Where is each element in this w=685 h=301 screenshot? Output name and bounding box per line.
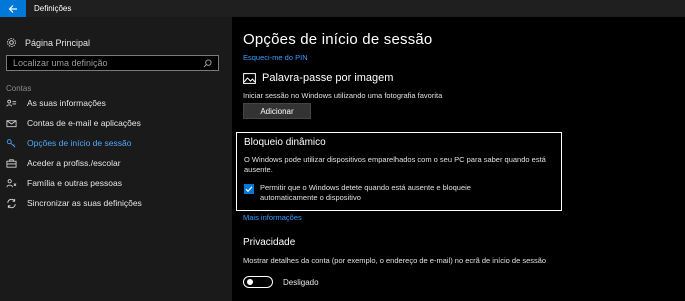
- privacy-description: Mostrar detalhes da conta (por exemplo, …: [243, 256, 547, 265]
- privacy-heading: Privacidade: [243, 237, 296, 248]
- main-content: Opções de início de sessão Esqueci-me do…: [232, 17, 685, 301]
- sidebar-item-your-info[interactable]: As suas informações: [6, 93, 226, 113]
- dynamic-lock-checkbox[interactable]: [244, 184, 254, 194]
- sidebar-item-sign-in-options[interactable]: Opções de início de sessão: [6, 133, 226, 153]
- sidebar-item-family[interactable]: Família e outras pessoas: [6, 173, 226, 193]
- sidebar-nav: As suas informações Contas de e-mail e a…: [6, 93, 226, 213]
- privacy-toggle-row: Desligado: [243, 276, 319, 288]
- sidebar-item-email-accounts[interactable]: Contas de e-mail e aplicações: [6, 113, 226, 133]
- arrow-left-icon: [8, 4, 17, 13]
- gear-icon: [7, 38, 16, 47]
- checkmark-icon: [245, 186, 253, 193]
- briefcase-icon: [6, 158, 17, 169]
- back-button[interactable]: [0, 0, 26, 17]
- search-input[interactable]: [13, 58, 203, 68]
- mail-icon: [6, 118, 17, 129]
- person-info-icon: [6, 98, 17, 109]
- privacy-toggle-label: Desligado: [283, 277, 319, 287]
- more-info-link[interactable]: Mais informações: [243, 213, 302, 222]
- sidebar-item-label: Sincronizar as suas definições: [27, 198, 142, 208]
- picture-password-title: Palavra-passe por imagem: [262, 72, 394, 84]
- sidebar-item-label: As suas informações: [27, 98, 106, 108]
- sidebar-item-label: Opções de início de sessão: [27, 138, 132, 148]
- people-icon: [6, 178, 17, 189]
- home-link[interactable]: Página Principal: [6, 37, 90, 48]
- sidebar-item-label: Contas de e-mail e aplicações: [27, 118, 141, 128]
- dynamic-lock-checkbox-row[interactable]: Permitir que o Windows detete quando est…: [244, 183, 530, 202]
- sync-icon: [6, 198, 17, 209]
- search-box[interactable]: [6, 55, 219, 71]
- sidebar-item-work-school[interactable]: Aceder a profiss./escolar: [6, 153, 226, 173]
- picture-password-heading: Palavra-passe por imagem: [243, 72, 393, 84]
- picture-password-description: Iniciar sessão no Windows utilizando uma…: [243, 91, 443, 100]
- toggle-knob: [247, 279, 253, 285]
- add-picture-password-button[interactable]: Adicionar: [243, 103, 311, 119]
- forgot-pin-link[interactable]: Esqueci-me do PIN: [243, 53, 308, 62]
- dynamic-lock-checkbox-label: Permitir que o Windows detete quando est…: [260, 183, 471, 202]
- section-label: Contas: [6, 84, 32, 93]
- dynamic-lock-heading: Bloqueio dinâmico: [244, 137, 326, 148]
- home-label: Página Principal: [25, 37, 91, 48]
- sidebar-item-sync[interactable]: Sincronizar as suas definições: [6, 193, 226, 213]
- window-title: Definições: [34, 4, 72, 13]
- title-bar: Definições: [0, 0, 685, 17]
- search-icon[interactable]: [203, 58, 212, 68]
- sidebar-item-label: Família e outras pessoas: [27, 178, 122, 188]
- dynamic-lock-section: Bloqueio dinâmico O Windows pode utiliza…: [236, 132, 562, 211]
- sidebar: Página Principal Contas As suas informaç…: [0, 17, 232, 301]
- privacy-toggle[interactable]: [243, 276, 273, 288]
- key-icon: [6, 138, 17, 149]
- page-title: Opções de início de sessão: [243, 31, 433, 48]
- sidebar-item-label: Aceder a profiss./escolar: [27, 158, 121, 168]
- picture-icon: [243, 72, 256, 84]
- dynamic-lock-description: O Windows pode utilizar dispositivos emp…: [244, 155, 546, 174]
